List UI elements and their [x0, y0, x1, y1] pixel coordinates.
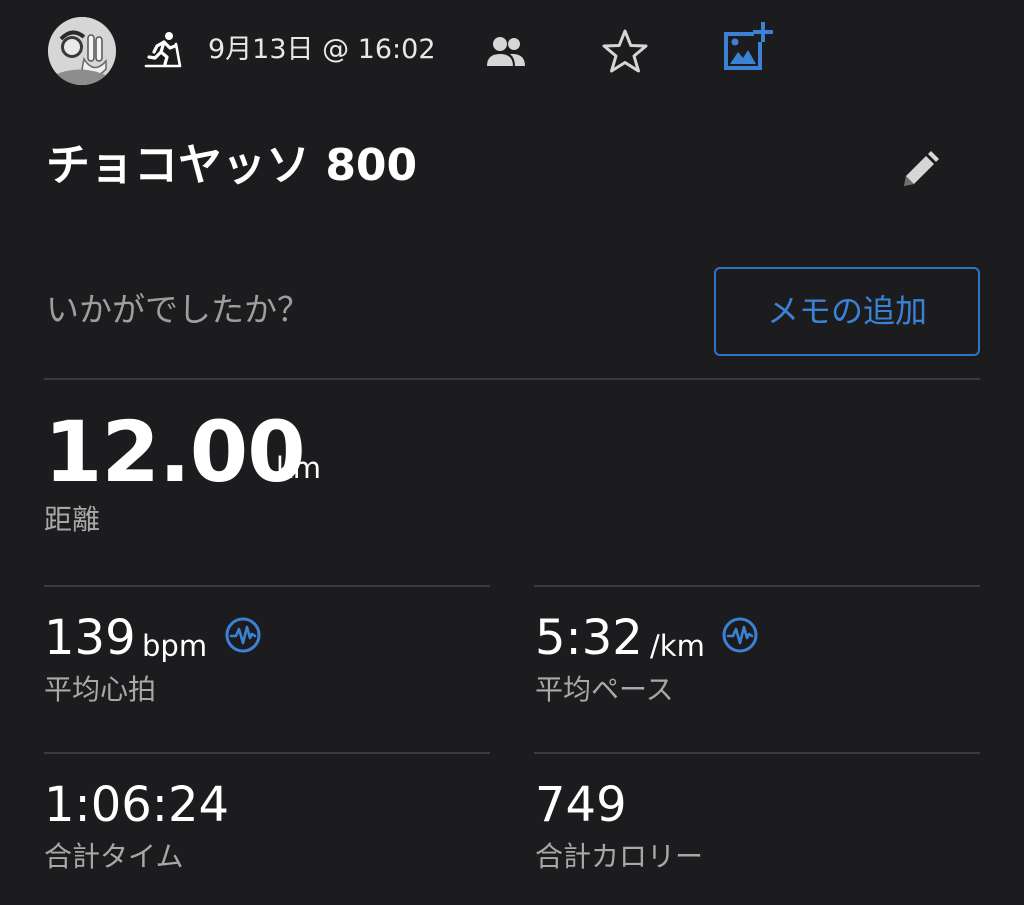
pulse-icon[interactable]: [224, 616, 262, 654]
divider: [44, 378, 980, 380]
people-icon[interactable]: [486, 34, 526, 68]
avg-pace-unit: /km: [650, 629, 705, 663]
distance-label: 距離: [44, 503, 101, 536]
activity-detail-page: 9月13日 @ 16:02 チョコヤッソ 800 いかがでしたか？ メモの追加 …: [0, 0, 1024, 905]
avg-heart-rate-unit: bpm: [142, 629, 208, 663]
divider: [44, 752, 490, 754]
add-memo-button[interactable]: メモの追加: [714, 267, 980, 356]
treadmill-run-icon: [144, 32, 182, 68]
divider: [534, 585, 980, 587]
star-outline-icon[interactable]: [601, 28, 649, 74]
user-avatar-icon[interactable]: [48, 17, 116, 85]
total-time-label: 合計タイム: [44, 840, 184, 873]
avg-heart-rate-label: 平均心拍: [44, 673, 157, 706]
activity-title: チョコヤッソ 800: [46, 140, 418, 191]
distance-value: 12.00: [44, 403, 306, 501]
avg-pace-value: 5:32: [535, 610, 643, 666]
total-calories-value: 749: [535, 777, 627, 833]
distance-unit: km: [276, 451, 322, 485]
add-photo-icon[interactable]: [720, 20, 774, 74]
feedback-prompt: いかがでしたか？: [46, 290, 310, 329]
divider: [534, 752, 980, 754]
total-calories-label: 合計カロリー: [535, 840, 704, 873]
avg-heart-rate-value: 139: [44, 610, 136, 666]
pencil-icon[interactable]: [898, 148, 942, 192]
total-time-value: 1:06:24: [44, 777, 230, 833]
avg-pace-label: 平均ペース: [535, 673, 674, 706]
pulse-icon[interactable]: [721, 616, 759, 654]
divider: [44, 585, 490, 587]
activity-datetime: 9月13日 @ 16:02: [208, 34, 436, 65]
activity-header: 9月13日 @ 16:02: [0, 0, 1024, 100]
